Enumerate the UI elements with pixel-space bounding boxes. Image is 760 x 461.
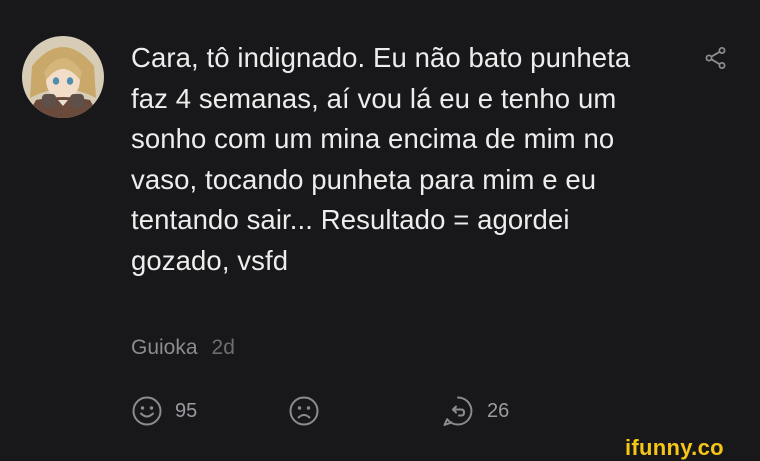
author-name[interactable]: Guioka — [131, 336, 198, 359]
avatar[interactable] — [22, 36, 104, 118]
smile-button[interactable]: 95 — [131, 394, 197, 428]
reply-count: 26 — [487, 399, 510, 422]
ifunny-watermark: ifunny.co — [625, 435, 724, 460]
frown-icon — [289, 396, 319, 426]
smile-count: 95 — [175, 399, 198, 422]
comment-meta: Guioka 2d — [131, 334, 235, 362]
smile-icon — [132, 396, 162, 426]
frown-button[interactable] — [288, 394, 320, 428]
avatar-image — [22, 36, 104, 118]
reply-button[interactable]: 26 — [441, 394, 509, 428]
share-icon — [705, 47, 726, 69]
comment-text: Cara, tô indignado. Eu não bato punheta … — [131, 42, 631, 276]
share-button[interactable] — [704, 46, 728, 70]
comment-time: 2d — [211, 336, 235, 359]
reply-icon — [443, 396, 473, 426]
